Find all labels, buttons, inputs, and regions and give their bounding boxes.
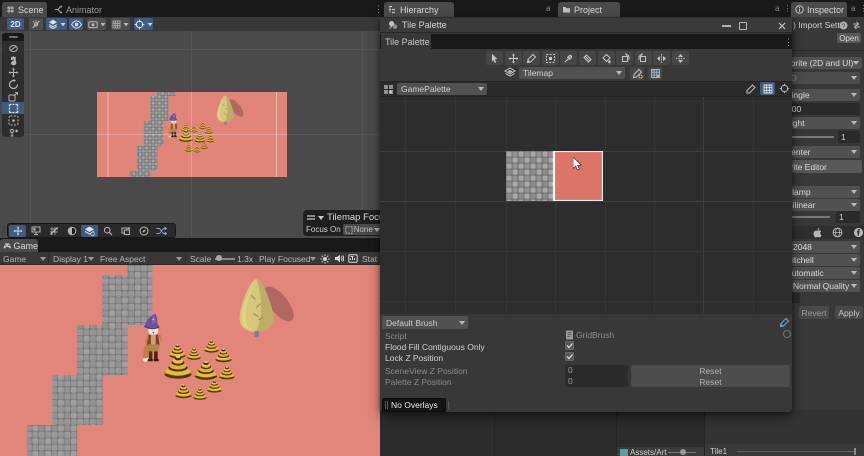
svg-text:?: ?	[842, 23, 846, 30]
